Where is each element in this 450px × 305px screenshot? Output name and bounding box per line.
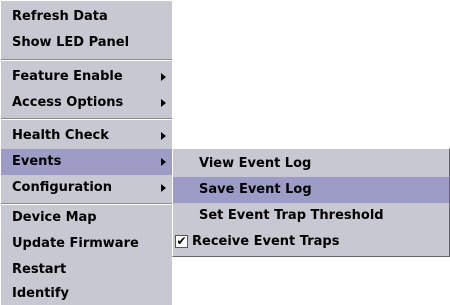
- menu-item-label: Restart: [12, 262, 67, 277]
- submenu-arrow-icon: [161, 184, 166, 192]
- menu-item-label: Device Map: [12, 210, 97, 225]
- menu-item-label: Health Check: [12, 128, 109, 143]
- submenu-arrow-icon: [161, 132, 166, 140]
- menu-item-events[interactable]: Events: [1, 149, 172, 175]
- events-submenu: View Event Log Save Event Log Set Event …: [172, 148, 450, 257]
- menu-item-health-check[interactable]: Health Check: [1, 123, 172, 149]
- checkmark-icon[interactable]: ✔: [175, 235, 188, 248]
- submenu-item-receive-event-traps[interactable]: ✔ Receive Event Traps: [173, 229, 449, 255]
- menu-item-access-options[interactable]: Access Options: [1, 90, 172, 116]
- menu-item-feature-enable[interactable]: Feature Enable: [1, 64, 172, 90]
- menu-item-label: View Event Log: [199, 156, 312, 171]
- menu-item-label: Feature Enable: [12, 69, 123, 84]
- submenu-item-set-event-trap-threshold[interactable]: Set Event Trap Threshold: [173, 203, 449, 229]
- menu-item-label: Receive Event Traps: [192, 234, 340, 249]
- menu-separator: [1, 118, 172, 120]
- menu-item-label: Show LED Panel: [12, 35, 130, 50]
- submenu-arrow-icon: [161, 99, 166, 107]
- submenu-item-save-event-log[interactable]: Save Event Log: [173, 177, 449, 203]
- submenu-item-view-event-log[interactable]: View Event Log: [173, 151, 449, 177]
- menu-item-show-led-panel[interactable]: Show LED Panel: [1, 30, 172, 56]
- menu-item-configuration[interactable]: Configuration: [1, 175, 172, 201]
- submenu-arrow-icon: [161, 73, 166, 81]
- menu-item-label: Update Firmware: [12, 236, 139, 251]
- menu-item-label: Events: [12, 154, 62, 169]
- menu-item-label: Refresh Data: [12, 9, 108, 24]
- context-menu: Refresh Data Show LED Panel Feature Enab…: [0, 0, 172, 305]
- menu-item-identify[interactable]: Identify: [1, 281, 172, 305]
- submenu-arrow-icon: [161, 158, 166, 166]
- menu-item-device-map[interactable]: Device Map: [1, 205, 172, 231]
- menu-item-label: Set Event Trap Threshold: [199, 208, 384, 223]
- menu-item-label: Access Options: [12, 95, 124, 110]
- menu-item-label: Save Event Log: [199, 182, 312, 197]
- menu-item-update-firmware[interactable]: Update Firmware: [1, 231, 172, 257]
- menu-item-label: Identify: [12, 286, 70, 301]
- menu-separator: [1, 59, 172, 61]
- menu-item-label: Configuration: [12, 180, 112, 195]
- menu-item-restart[interactable]: Restart: [1, 257, 172, 283]
- menu-item-refresh-data[interactable]: Refresh Data: [1, 4, 172, 30]
